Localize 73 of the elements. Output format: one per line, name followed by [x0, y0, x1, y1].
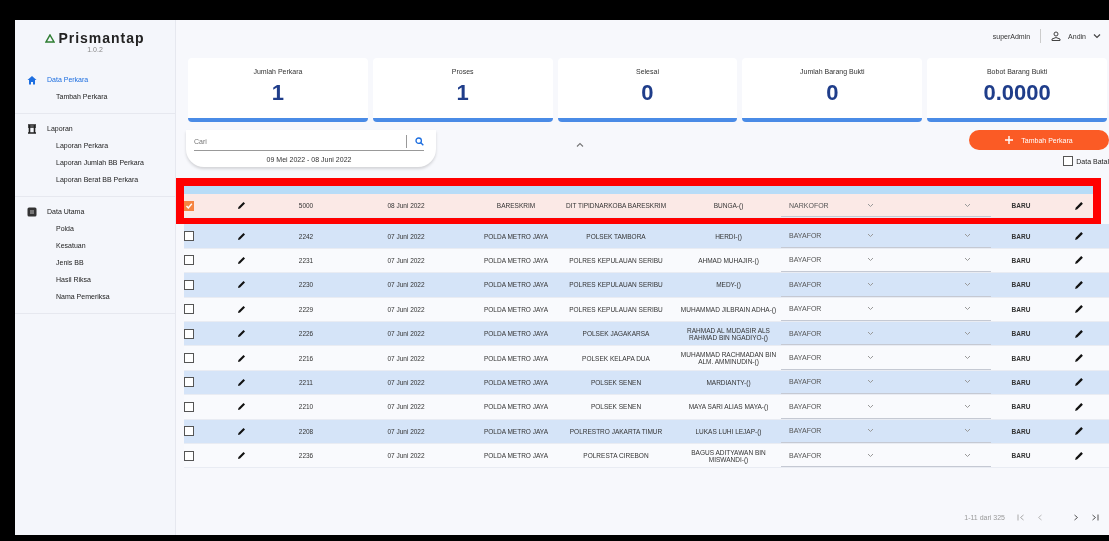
chevron-down-icon	[867, 202, 874, 208]
pencil-icon[interactable]	[1073, 377, 1084, 388]
checkbox[interactable]	[1063, 156, 1074, 166]
stat-value: 1	[456, 80, 469, 106]
checkbox[interactable]	[184, 200, 194, 211]
chevron-down-icon	[964, 330, 971, 336]
pencil-icon[interactable]	[1073, 304, 1084, 315]
chevron-down-icon	[867, 452, 874, 458]
pencil-icon[interactable]	[1073, 401, 1084, 412]
pencil-icon[interactable]	[236, 280, 246, 290]
search-icon[interactable]	[415, 136, 424, 146]
chevron-down-icon	[964, 428, 971, 434]
pencil-icon[interactable]	[1073, 200, 1084, 211]
pencil-icon[interactable]	[236, 426, 246, 436]
plus-icon	[1005, 136, 1014, 144]
stat-value: 1	[271, 80, 284, 106]
stat-value: 0.0000	[983, 80, 1051, 106]
pencil-icon[interactable]	[236, 402, 246, 412]
checkbox[interactable]	[184, 255, 194, 266]
last-page-icon[interactable]	[1091, 514, 1099, 521]
checkbox[interactable]	[184, 377, 194, 388]
pencil-icon[interactable]	[236, 255, 246, 265]
pencil-icon[interactable]	[236, 377, 246, 387]
chevron-down-icon	[867, 233, 874, 239]
checkbox[interactable]	[184, 450, 194, 461]
pencil-icon[interactable]	[1073, 231, 1084, 242]
chevron-down-icon	[867, 403, 874, 409]
chevron-down-icon	[867, 281, 874, 287]
checkbox[interactable]	[184, 279, 194, 290]
chevron-down-icon	[964, 233, 971, 239]
checkbox[interactable]	[184, 401, 194, 412]
pencil-icon[interactable]	[1073, 426, 1084, 437]
checkbox[interactable]	[184, 426, 194, 437]
chevron-down-icon	[867, 330, 874, 336]
chevron-down-icon	[964, 379, 971, 385]
chevron-up-icon[interactable]	[576, 142, 584, 148]
checkbox[interactable]	[184, 353, 194, 364]
pencil-icon[interactable]	[236, 304, 246, 314]
chevron-down-icon	[964, 452, 971, 458]
chevron-down-icon	[867, 379, 874, 385]
pencil-icon[interactable]	[1073, 450, 1084, 461]
chevron-down-icon	[964, 355, 971, 361]
chevron-down-icon	[867, 428, 874, 434]
pencil-icon[interactable]	[1073, 328, 1084, 339]
pencil-icon[interactable]	[1073, 279, 1084, 290]
checkbox[interactable]	[184, 231, 194, 242]
chevron-down-icon	[964, 202, 971, 208]
pencil-icon[interactable]	[236, 329, 246, 339]
chevron-down-icon	[867, 355, 874, 361]
stat-value: 0	[641, 80, 654, 106]
square-icon	[27, 206, 37, 217]
chevron-down-icon[interactable]	[1093, 33, 1101, 39]
pencil-icon[interactable]	[1073, 353, 1084, 364]
user-icon	[1051, 31, 1062, 41]
checkbox[interactable]	[184, 328, 194, 339]
pencil-icon[interactable]	[236, 231, 246, 241]
chevron-down-icon	[964, 306, 971, 312]
home-icon	[27, 74, 37, 85]
checkbox[interactable]	[184, 304, 194, 315]
chevron-down-icon	[867, 257, 874, 263]
chevron-down-icon	[964, 403, 971, 409]
frame-icon	[27, 123, 37, 134]
app-name: Prismantap	[58, 30, 145, 46]
pencil-icon[interactable]	[236, 353, 246, 363]
next-page-icon[interactable]	[1073, 514, 1079, 521]
chevron-down-icon	[964, 257, 971, 263]
stat-value: 0	[826, 80, 839, 106]
triangle-logo-icon	[45, 33, 56, 43]
pencil-icon[interactable]	[1073, 255, 1084, 266]
pencil-icon[interactable]	[236, 451, 246, 461]
chevron-down-icon	[964, 281, 971, 287]
chevron-down-icon	[867, 306, 874, 312]
pencil-icon[interactable]	[236, 201, 246, 211]
